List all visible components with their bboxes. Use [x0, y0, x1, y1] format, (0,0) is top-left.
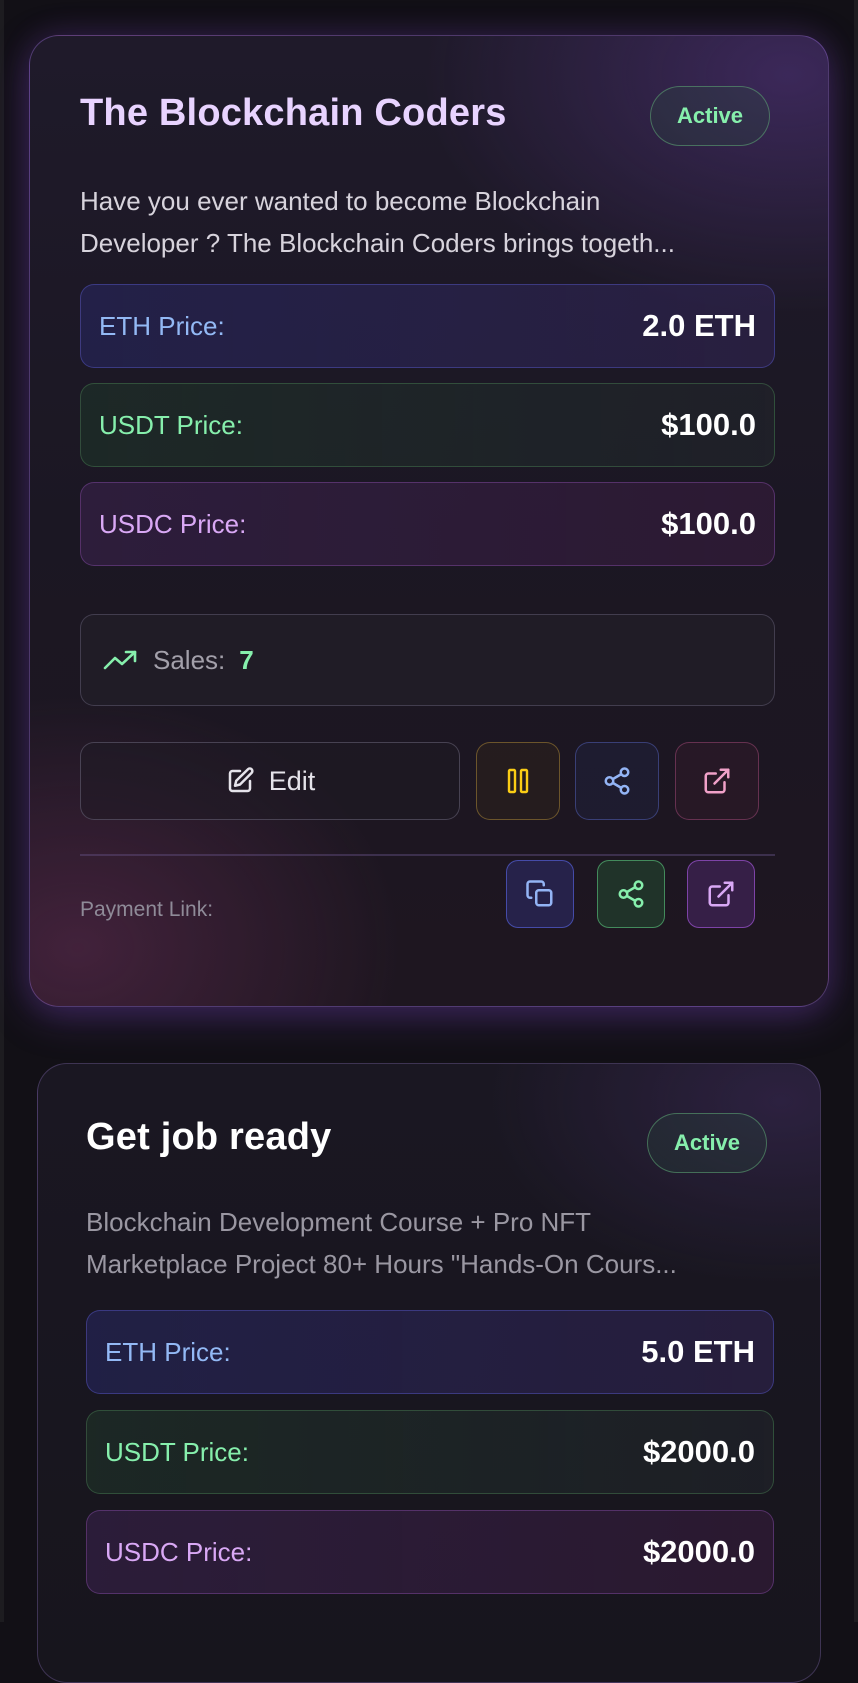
sales-count: 7: [239, 644, 254, 675]
eth-price-value: 2.0 ETH: [642, 308, 756, 343]
external-link-icon: [706, 879, 736, 909]
product-description: Blockchain Development Course + Pro NFT …: [86, 1201, 776, 1285]
usdc-price-row: USDC Price: $100.0: [80, 482, 775, 566]
usdt-price-value: $100.0: [661, 407, 756, 442]
eth-price-label: ETH Price:: [105, 1336, 231, 1367]
open-product-button[interactable]: [675, 742, 759, 820]
sales-summary: Sales: 7: [80, 614, 775, 706]
usdt-price-value: $2000.0: [642, 1434, 755, 1469]
sales-label: Sales:: [153, 644, 226, 675]
status-badge: Active: [650, 86, 771, 146]
usdc-price-value: $2000.0: [642, 1534, 755, 1569]
window-edge-left: [0, 0, 4, 1622]
share-icon: [602, 766, 632, 796]
pause-icon: [505, 767, 531, 795]
trending-up-icon: [103, 648, 139, 672]
external-link-icon: [702, 766, 732, 796]
product-title: Get job ready: [86, 1116, 332, 1158]
edit-button-label: Edit: [268, 765, 316, 796]
section-divider: [80, 854, 775, 856]
usdc-price-value: $100.0: [661, 506, 756, 541]
eth-price-value: 5.0 ETH: [641, 1334, 755, 1369]
description-line: Marketplace Project 80+ Hours "Hands-On …: [86, 1249, 677, 1279]
product-card: Get job ready Active Blockchain Developm…: [37, 1063, 821, 1683]
copy-payment-link-button[interactable]: [506, 860, 574, 928]
edit-icon: [225, 766, 255, 796]
usdt-price-label: USDT Price:: [99, 409, 243, 440]
description-line: Developer ? The Blockchain Coders brings…: [80, 228, 675, 258]
share-payment-link-button[interactable]: [597, 860, 665, 928]
share-button[interactable]: [575, 742, 659, 820]
usdc-price-row: USDC Price: $2000.0: [86, 1510, 774, 1594]
eth-price-row: ETH Price: 5.0 ETH: [86, 1310, 774, 1394]
eth-price-label: ETH Price:: [99, 310, 225, 341]
usdt-price-row: USDT Price: $100.0: [80, 383, 775, 467]
product-title: The Blockchain Coders: [80, 92, 507, 134]
share-icon: [616, 879, 646, 909]
eth-price-row: ETH Price: 2.0 ETH: [80, 284, 775, 368]
usdt-price-label: USDT Price:: [105, 1436, 249, 1467]
payment-link-label: Payment Link:: [80, 898, 214, 921]
pause-button[interactable]: [476, 742, 560, 820]
open-payment-link-button[interactable]: [687, 860, 755, 928]
window-edge-right: [854, 0, 858, 1622]
description-line: Have you ever wanted to become Blockchai…: [80, 186, 601, 216]
description-line: Blockchain Development Course + Pro NFT: [86, 1207, 592, 1237]
copy-icon: [525, 879, 555, 909]
usdc-price-label: USDC Price:: [105, 1536, 253, 1567]
edit-button[interactable]: Edit: [80, 742, 460, 820]
product-description: Have you ever wanted to become Blockchai…: [80, 180, 770, 264]
usdt-price-row: USDT Price: $2000.0: [86, 1410, 774, 1494]
product-card: The Blockchain Coders Active Have you ev…: [29, 35, 829, 1007]
status-badge: Active: [647, 1113, 768, 1173]
usdc-price-label: USDC Price:: [99, 508, 247, 539]
